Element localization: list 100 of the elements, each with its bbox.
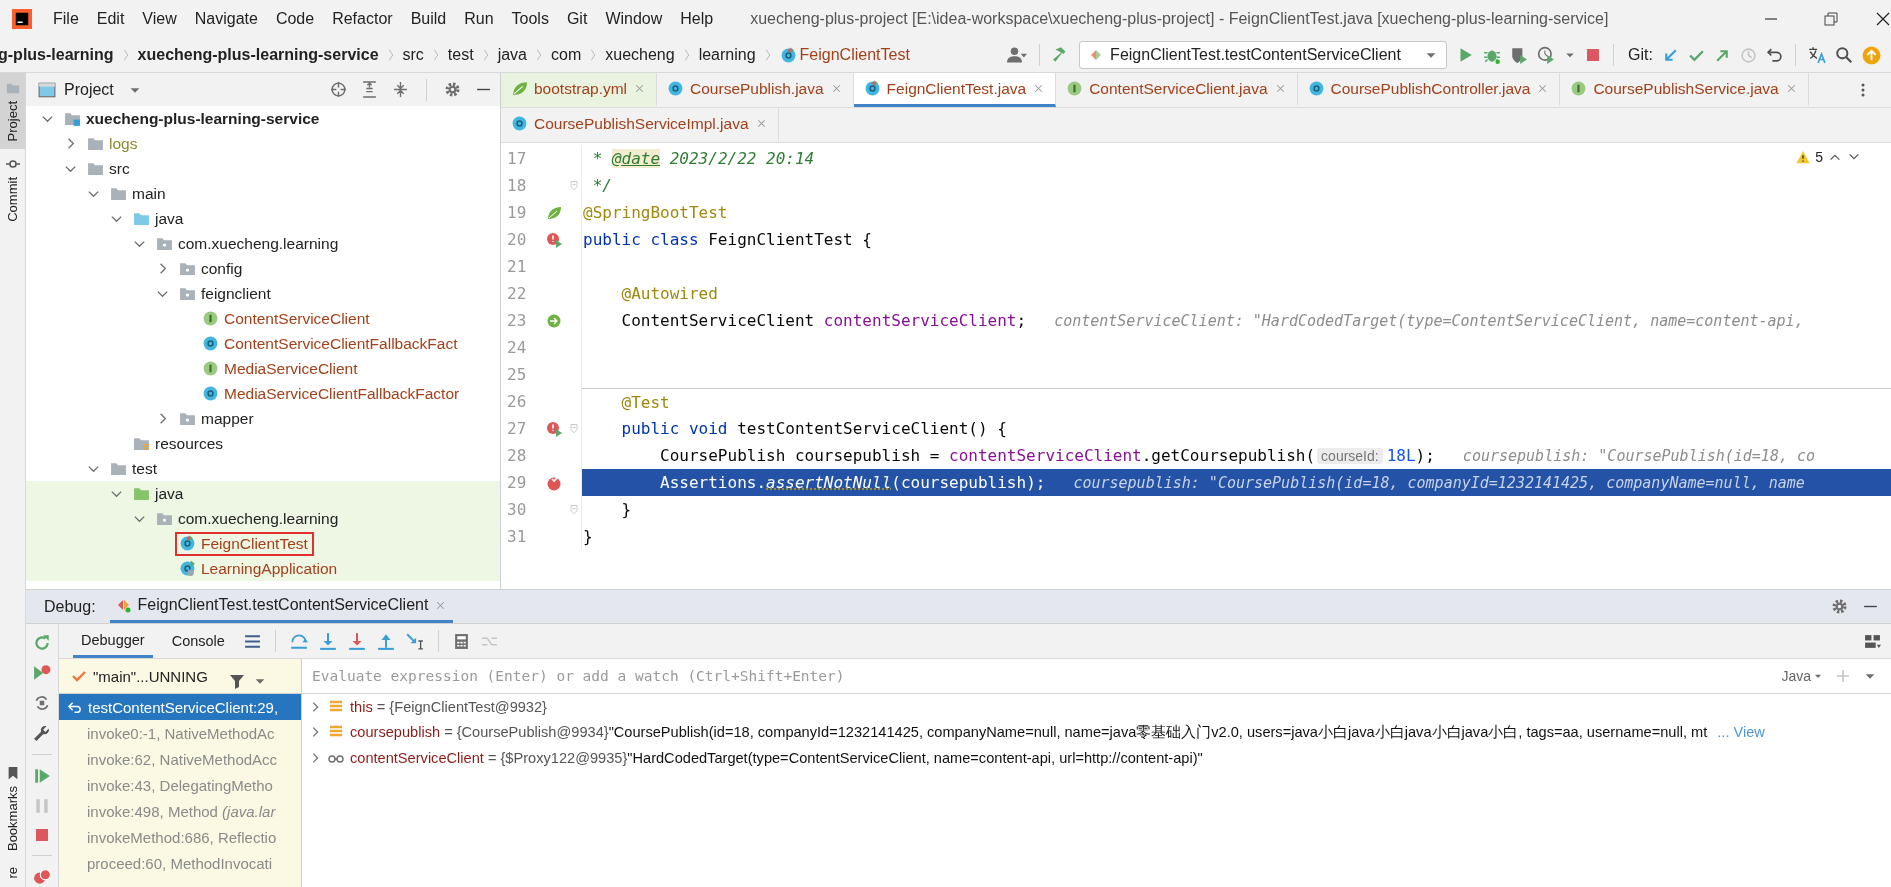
step-over-icon[interactable] bbox=[289, 632, 308, 650]
breadcrumb-item[interactable]: learning bbox=[698, 46, 756, 64]
expand-all-icon[interactable] bbox=[361, 81, 378, 98]
wrench-icon[interactable] bbox=[33, 724, 51, 742]
tree-item[interactable]: resources bbox=[129, 431, 230, 456]
tree-item[interactable]: LearningApplication bbox=[175, 556, 344, 581]
debug-session-tab[interactable]: FeignClientTest.testContentServiceClient bbox=[109, 590, 454, 623]
tree-item[interactable]: com.xuecheng.learning bbox=[152, 231, 345, 256]
menu-item[interactable]: Code bbox=[266, 10, 324, 28]
editor-tab[interactable]: ContentServiceClient.java bbox=[1056, 73, 1298, 107]
tree-item[interactable]: src bbox=[83, 156, 136, 181]
layout-icon[interactable] bbox=[1864, 632, 1881, 650]
breadcrumb-item[interactable]: java bbox=[497, 46, 527, 64]
locate-icon[interactable] bbox=[330, 81, 347, 98]
restore-icon[interactable] bbox=[1823, 11, 1839, 27]
breadcrumb-item[interactable]: com bbox=[551, 46, 582, 64]
language-dropdown[interactable]: Java bbox=[1781, 668, 1823, 684]
breadcrumb-item[interactable]: xuecheng-plus-learning-service bbox=[137, 46, 379, 64]
code-text: Assertions.assertNotNull(coursepublish); bbox=[659, 473, 1046, 492]
filter-icon[interactable] bbox=[229, 672, 245, 689]
breakpoint-icon[interactable] bbox=[545, 474, 562, 491]
menu-item[interactable]: Refactor bbox=[323, 10, 402, 28]
settings-icon[interactable] bbox=[444, 81, 461, 98]
tree-item[interactable]: logs bbox=[83, 131, 144, 156]
undo-icon[interactable] bbox=[1766, 46, 1783, 64]
class-icon bbox=[202, 385, 219, 402]
breadcrumb-item[interactable]: test bbox=[447, 46, 474, 64]
tree-item[interactable]: xuecheng-plus-learning-service bbox=[60, 106, 326, 131]
stop-icon[interactable] bbox=[1585, 47, 1602, 63]
tree-item[interactable]: MediaServiceClientFallbackFactor bbox=[198, 381, 466, 406]
step-into-icon[interactable] bbox=[318, 632, 337, 650]
tree-item[interactable]: ContentServiceClient bbox=[198, 306, 376, 331]
tree-item[interactable]: mapper bbox=[175, 406, 260, 431]
breadcrumb-item[interactable]: xuecheng bbox=[605, 46, 675, 64]
search-icon[interactable] bbox=[1835, 46, 1853, 64]
editor-tab[interactable]: bootstrap.yml bbox=[501, 73, 658, 107]
test-class-icon bbox=[779, 46, 797, 64]
stop-icon[interactable] bbox=[34, 827, 50, 843]
tool-window-tab[interactable]: re bbox=[0, 859, 25, 887]
menu-item[interactable]: Run bbox=[455, 10, 503, 28]
user-icon[interactable] bbox=[1007, 45, 1028, 65]
list-icon[interactable] bbox=[243, 632, 261, 650]
panel-title[interactable]: Project bbox=[64, 80, 114, 99]
step-out-icon[interactable] bbox=[376, 632, 395, 650]
menu-item[interactable]: Help bbox=[671, 10, 723, 28]
thread-dropdown[interactable]: "main"...UNNING bbox=[59, 659, 221, 693]
rerun-icon[interactable] bbox=[33, 634, 51, 652]
breadcrumb-item[interactable]: src bbox=[402, 46, 424, 64]
force-step-into-icon[interactable] bbox=[347, 632, 366, 650]
editor-tab[interactable]: CoursePublishController.java bbox=[1297, 73, 1561, 107]
leaf-icon[interactable] bbox=[545, 204, 562, 221]
menu-item[interactable]: Build bbox=[401, 10, 456, 28]
bean-icon[interactable] bbox=[545, 312, 562, 329]
close-icon[interactable] bbox=[1875, 11, 1891, 27]
tree-item[interactable]: java bbox=[129, 206, 190, 231]
mute-breakpoints-icon[interactable] bbox=[33, 868, 51, 886]
tree-item[interactable]: config bbox=[175, 256, 249, 281]
breakpoints-icon[interactable] bbox=[33, 664, 51, 682]
menu-item[interactable]: File bbox=[44, 10, 88, 28]
run-configuration-dropdown[interactable]: FeignClientTest.testContentServiceClient bbox=[1079, 41, 1448, 69]
menu-item[interactable]: Tools bbox=[502, 10, 558, 28]
line-number: 22 bbox=[506, 284, 528, 303]
coverage-icon[interactable] bbox=[1510, 46, 1529, 64]
tool-window-tab[interactable]: Bookmarks bbox=[0, 758, 25, 860]
menu-item[interactable]: View bbox=[133, 10, 186, 28]
warnings-indicator[interactable]: 5 bbox=[1796, 149, 1861, 165]
menu-item[interactable]: Git bbox=[557, 10, 597, 28]
interface-icon bbox=[1066, 80, 1084, 97]
menu-item[interactable]: Edit bbox=[87, 10, 134, 28]
tool-window-tab[interactable]: Commit bbox=[0, 149, 25, 231]
calculator-icon[interactable] bbox=[452, 632, 470, 650]
tree-item[interactable]: com.xuecheng.learning bbox=[152, 506, 345, 531]
editor-tab[interactable]: CoursePublishServiceImpl.java bbox=[501, 108, 779, 142]
collapse-all-icon[interactable] bbox=[392, 81, 409, 98]
tree-item[interactable]: feignclient bbox=[175, 281, 277, 306]
class-icon bbox=[202, 335, 219, 352]
tree-item[interactable]: FeignClientTest bbox=[175, 531, 314, 556]
tree-item[interactable]: main bbox=[106, 181, 172, 206]
editor-tab[interactable]: FeignClientTest.java bbox=[853, 73, 1057, 107]
tree-item[interactable]: test bbox=[106, 456, 163, 481]
editor-tab[interactable]: CoursePublishService.java bbox=[1560, 73, 1809, 107]
run-breakpoint-icon[interactable] bbox=[545, 420, 562, 437]
restore-layout-icon[interactable] bbox=[33, 694, 51, 712]
menu-item[interactable]: Window bbox=[596, 10, 672, 28]
breadcrumb-item[interactable]: FeignClientTest bbox=[779, 46, 910, 64]
debugger-tab[interactable]: Console bbox=[163, 624, 233, 658]
run-breakpoint-icon[interactable] bbox=[545, 231, 562, 248]
editor-tab[interactable]: CoursePublish.java bbox=[657, 73, 854, 107]
update-icon[interactable] bbox=[1862, 45, 1881, 65]
run-to-cursor-icon[interactable] bbox=[405, 632, 424, 650]
profiler-icon[interactable] bbox=[1537, 46, 1556, 64]
tree-item[interactable]: ContentServiceClientFallbackFact bbox=[198, 331, 464, 356]
settings-icon[interactable] bbox=[1831, 598, 1848, 615]
menu-item[interactable]: Navigate bbox=[185, 10, 267, 28]
tree-item[interactable]: MediaServiceClient bbox=[198, 356, 364, 381]
tool-window-tab[interactable]: Project bbox=[0, 73, 25, 150]
translate-icon[interactable] bbox=[1808, 46, 1826, 64]
tree-item[interactable]: java bbox=[129, 481, 190, 506]
resume-icon[interactable] bbox=[33, 767, 51, 785]
stack-frame[interactable]: testContentServiceClient:29, bbox=[59, 694, 301, 720]
